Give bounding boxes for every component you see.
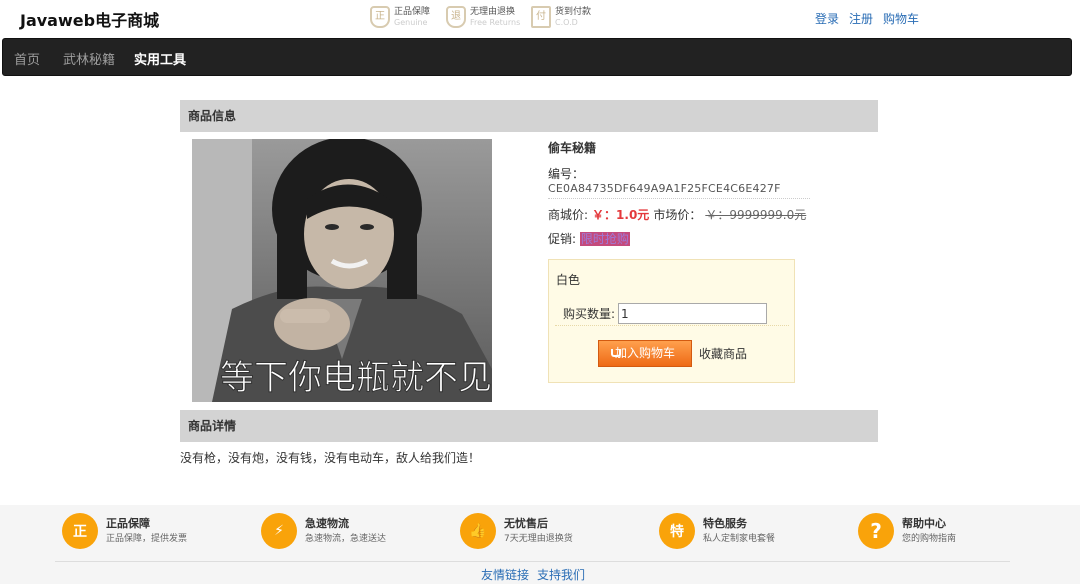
product-name: 偷车秘籍 bbox=[548, 141, 597, 155]
main-navbar: 首页 武林秘籍 实用工具 bbox=[2, 38, 1072, 76]
divider bbox=[548, 198, 810, 199]
feature-sub: 您的购物指南 bbox=[902, 534, 957, 544]
promise-title: 货到付款 bbox=[555, 6, 592, 17]
divider bbox=[555, 325, 789, 326]
add-to-cart-button[interactable]: 加入购物车 bbox=[598, 340, 692, 367]
product-info-header: 商品信息 bbox=[180, 100, 878, 132]
promise-sub: Free Returns bbox=[470, 17, 521, 27]
top-header: Javaweb电子商城 正 正品保障 Genuine 退 无理由退换 Free … bbox=[0, 0, 1080, 38]
product-image[interactable]: 等下你电瓶就不见 bbox=[192, 139, 492, 402]
product-description: 没有枪，没有炮，没有钱，没有电动车，敌人给我们造！ bbox=[180, 451, 481, 465]
help-icon: ? bbox=[858, 513, 894, 549]
cart-icon bbox=[611, 349, 621, 357]
genuine-icon: 正 bbox=[62, 513, 98, 549]
product-details-header: 商品详情 bbox=[180, 410, 878, 442]
feature-title: 无忧售后 bbox=[504, 517, 548, 530]
color-option[interactable]: 白色 bbox=[556, 271, 580, 288]
promise-sub: Genuine bbox=[394, 17, 428, 27]
promise-title: 无理由退换 bbox=[470, 6, 516, 17]
add-to-cart-label: 加入购物车 bbox=[615, 346, 676, 360]
register-link[interactable]: 注册 bbox=[849, 10, 873, 27]
feature-sub: 正品保障，提供发票 bbox=[106, 534, 188, 544]
promise-sub: C.O.D bbox=[555, 17, 578, 27]
promotion: 促销: 限时抢购 bbox=[548, 230, 630, 247]
promise-genuine: 正 正品保障 Genuine bbox=[370, 6, 430, 28]
promise-returns: 退 无理由退换 Free Returns bbox=[446, 6, 520, 28]
shop-price: ￥：1.0元 bbox=[592, 208, 650, 222]
product-number: CE0A84735DF649A9A1F25FCE4C6E427F bbox=[548, 182, 781, 195]
promise-cod: 付 货到付款 C.O.D bbox=[531, 6, 591, 28]
feature-title: 帮助中心 bbox=[902, 517, 946, 530]
purchase-box: 白色 购买数量: 加入购物车 收藏商品 bbox=[548, 259, 795, 383]
feature-sub: 7天无理由退换货 bbox=[504, 534, 573, 544]
feature-special[interactable]: 特 特色服务 私人定制家电套餐 bbox=[659, 513, 775, 549]
shield-icon: 正 bbox=[370, 6, 390, 28]
thumbs-up-icon: 👍 bbox=[460, 513, 496, 549]
feature-title: 特色服务 bbox=[703, 517, 747, 530]
quantity-label: 购买数量: bbox=[563, 307, 616, 321]
promo-label: 促销: bbox=[548, 232, 577, 246]
special-icon: 特 bbox=[659, 513, 695, 549]
feature-title: 急速物流 bbox=[305, 517, 349, 530]
feature-title: 正品保障 bbox=[106, 517, 150, 530]
divider bbox=[55, 561, 1010, 562]
image-caption: 等下你电瓶就不见 bbox=[220, 358, 492, 398]
promise-title: 正品保障 bbox=[394, 6, 431, 17]
cod-icon: 付 bbox=[531, 6, 551, 28]
feature-help[interactable]: ? 帮助中心 您的购物指南 bbox=[858, 513, 956, 549]
feature-aftersale[interactable]: 👍 无忧售后 7天无理由退换货 bbox=[460, 513, 573, 549]
quantity-input[interactable] bbox=[618, 303, 767, 324]
feature-sub: 急速物流，急速送达 bbox=[305, 534, 387, 544]
nav-item-tools[interactable]: 实用工具 bbox=[134, 49, 186, 68]
friend-links-link[interactable]: 友情链接 bbox=[481, 566, 529, 583]
price-line: 商城价: ￥：1.0元 市场价： ￥：9999999.0元 bbox=[548, 206, 806, 223]
cart-link[interactable]: 购物车 bbox=[883, 10, 919, 27]
site-footer: 正 正品保障 正品保障，提供发票 ⚡ 急速物流 急速物流，急速送达 👍 无忧售后… bbox=[0, 505, 1080, 584]
account-links: 登录 注册 购物车 bbox=[815, 10, 919, 27]
nav-item-martial-arts[interactable]: 武林秘籍 bbox=[63, 49, 115, 68]
return-icon: 退 bbox=[446, 6, 466, 28]
feature-express[interactable]: ⚡ 急速物流 急速物流，急速送达 bbox=[261, 513, 386, 549]
site-brand[interactable]: Javaweb电子商城 bbox=[20, 7, 159, 31]
feature-sub: 私人定制家电套餐 bbox=[703, 534, 776, 544]
promo-tag: 限时抢购 bbox=[579, 232, 630, 246]
login-link[interactable]: 登录 bbox=[815, 10, 839, 27]
product-photo: 等下你电瓶就不见 bbox=[192, 139, 492, 402]
feature-genuine[interactable]: 正 正品保障 正品保障，提供发票 bbox=[62, 513, 187, 549]
express-icon: ⚡ bbox=[261, 513, 297, 549]
product-number-label: 编号： bbox=[548, 167, 585, 181]
nav-item-home[interactable]: 首页 bbox=[14, 49, 40, 68]
footer-links: 友情链接 支持我们 bbox=[481, 566, 585, 583]
price-label: 商城价: bbox=[548, 208, 589, 222]
market-price-label: 市场价： bbox=[653, 208, 702, 222]
support-us-link[interactable]: 支持我们 bbox=[537, 566, 585, 583]
favorite-link[interactable]: 收藏商品 bbox=[699, 345, 747, 362]
market-price: ￥：9999999.0元 bbox=[705, 208, 807, 222]
